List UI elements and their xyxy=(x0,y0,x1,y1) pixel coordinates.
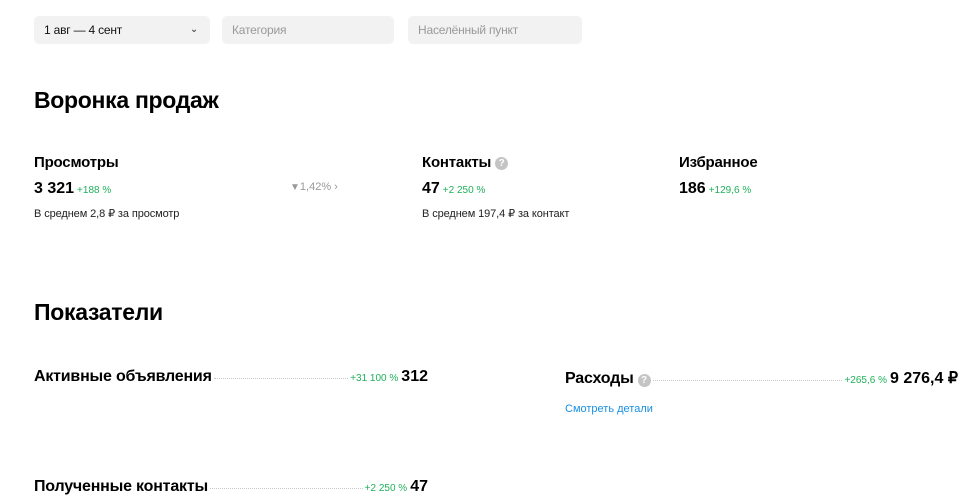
contacts-title: Контакты xyxy=(422,154,492,171)
views-delta: +188 % xyxy=(77,185,112,196)
expenses-details-link[interactable]: Смотреть детали xyxy=(565,403,653,415)
contacts-title-block: Контакты? xyxy=(422,154,509,171)
views-value: 3 321 xyxy=(34,180,75,197)
views-average: В среднем 2,8 ₽ за просмотр xyxy=(34,208,180,220)
date-range-value: 1 авг — 4 сент xyxy=(44,23,123,37)
contacts-average: В среднем 197,4 ₽ за контакт xyxy=(422,208,570,220)
funnel-title: Воронка продаж xyxy=(34,87,219,113)
dotted-leader xyxy=(209,488,363,489)
metrics-title: Показатели xyxy=(34,299,163,325)
location-select[interactable]: Населённый пункт xyxy=(408,16,582,44)
received-contacts-delta: +2 250 % xyxy=(364,483,408,494)
expenses-label: Расходы xyxy=(565,370,634,387)
conversion-link[interactable]: ▼1,42% › xyxy=(290,181,338,193)
received-contacts-value: 47 xyxy=(410,478,428,495)
chevron-right-icon: › xyxy=(334,181,338,193)
views-title: Просмотры xyxy=(34,154,119,171)
expenses-delta: +265,6 % xyxy=(844,375,887,386)
chevron-down-icon: ⌄ xyxy=(189,24,198,35)
dotted-leader xyxy=(213,378,349,379)
category-placeholder: Категория xyxy=(232,23,287,37)
funnel-icon: ▼ xyxy=(290,182,300,193)
favorites-value: 186 xyxy=(679,180,706,197)
expenses-row: Расходы ? +265,6 % 9 276,4 ₽ xyxy=(565,368,958,388)
expenses-value: 9 276,4 ₽ xyxy=(889,370,958,387)
received-contacts-label: Полученные контакты xyxy=(34,478,208,495)
views-value-block: 3 321 +188 % xyxy=(34,180,111,198)
favorites-delta: +129,6 % xyxy=(708,185,752,196)
contacts-value: 47 xyxy=(422,180,440,197)
favorites-value-block: 186 +129,6 % xyxy=(679,180,751,198)
favorites-title: Избранное xyxy=(679,154,758,171)
help-icon[interactable]: ? xyxy=(637,374,651,387)
active-ads-delta: +31 100 % xyxy=(350,373,399,384)
help-icon[interactable]: ? xyxy=(495,157,509,170)
active-ads-value: 312 xyxy=(401,368,428,385)
received-contacts-row: Полученные контакты +2 250 % 47 xyxy=(34,478,428,496)
conversion-value: 1,42% xyxy=(299,181,332,193)
active-ads-row: Активные объявления +31 100 % 312 xyxy=(34,368,428,386)
location-placeholder: Населённый пункт xyxy=(418,23,519,37)
contacts-value-block: 47 +2 250 % xyxy=(422,180,485,198)
dotted-leader xyxy=(652,380,843,381)
active-ads-label: Активные объявления xyxy=(34,368,212,385)
category-select[interactable]: Категория xyxy=(222,16,394,44)
date-range-select[interactable]: 1 авг — 4 сент ⌄ xyxy=(34,16,210,44)
contacts-delta: +2 250 % xyxy=(442,185,486,196)
